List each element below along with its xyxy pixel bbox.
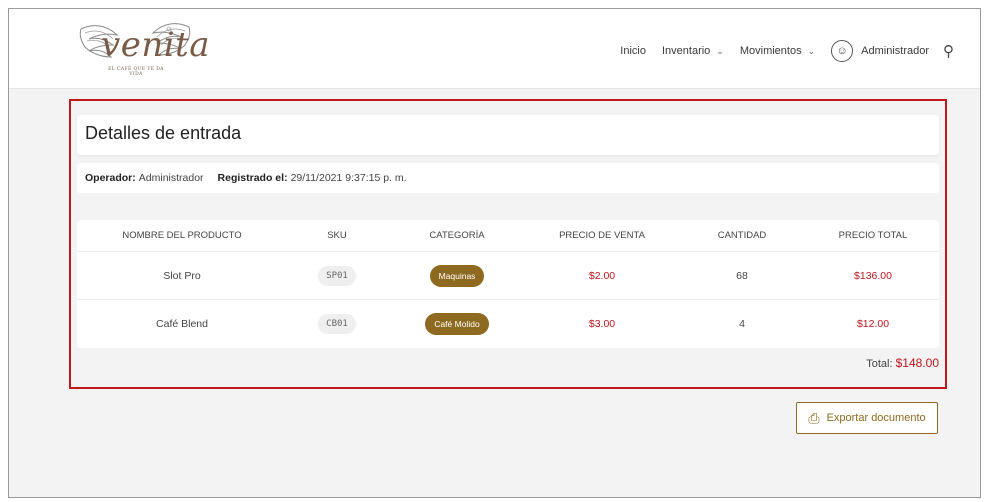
product-name: Café Blend (156, 318, 208, 330)
operator-value: Administrador (138, 172, 204, 184)
category-badge: Café Molido (425, 313, 489, 335)
total-price: $136.00 (854, 269, 892, 282)
quantity: 4 (739, 318, 745, 330)
total-label: Total: (866, 358, 893, 370)
sku-badge: SP01 (318, 265, 356, 286)
chevron-down-icon: ⌄ (807, 45, 816, 56)
column-header-sale-price: PRECIO DE VENTA (559, 230, 645, 241)
column-header-total-price: PRECIO TOTAL (838, 230, 908, 241)
title-card: Detalles de entrada (77, 115, 939, 155)
brand-wordmark: venita (101, 25, 211, 65)
app-window: venita EL CAFÉ QUE TE DA VIDA Inicio Inv… (8, 8, 981, 498)
total-value: $148.00 (895, 356, 939, 370)
registered-label: Registrado el: (217, 172, 288, 184)
category-badge: Maquinas (429, 264, 485, 287)
chevron-down-icon: ⌄ (716, 45, 724, 56)
total-price: $12.00 (856, 318, 890, 330)
quantity: 68 (736, 269, 748, 282)
user-name: Administrador (861, 45, 929, 57)
table-row: Café Blend CB01 Café Molido $3.00 4 $12.… (77, 300, 939, 348)
page-title: Detalles de entrada (85, 123, 242, 143)
column-header-sku: SKU (327, 230, 347, 241)
table-row: Slot Pro SP01 Maquinas $2.00 68 $136.00 (77, 252, 939, 300)
export-label: Exportar documento (826, 412, 926, 424)
column-header-category: CATEGORÍA (429, 230, 485, 241)
registered-value: 29/11/2021 9:37:15 p. m. (290, 172, 407, 184)
bell-icon[interactable]: ⚲ (943, 42, 954, 60)
nav-inventario[interactable]: Inventario ⌄ (662, 45, 724, 57)
meta-card: Operador: Administrador Registrado el: 2… (77, 163, 939, 193)
brand-tagline: EL CAFÉ QUE TE DA VIDA (108, 67, 164, 77)
products-table: NOMBRE DEL PRODUCTO SKU CATEGORÍA PRECIO… (77, 220, 939, 348)
nav-movimientos-label: Movimientos (739, 45, 802, 57)
brand-logo[interactable]: venita EL CAFÉ QUE TE DA VIDA (73, 17, 210, 79)
nav-inicio[interactable]: Inicio (620, 45, 646, 57)
sale-price: $2.00 (588, 269, 616, 282)
column-header-quantity: CANTIDAD (717, 230, 767, 241)
sku-badge: CB01 (318, 314, 356, 334)
nav-movimientos[interactable]: Movimientos ⌄ (740, 45, 815, 57)
top-navbar: venita EL CAFÉ QUE TE DA VIDA Inicio Inv… (9, 9, 980, 89)
printer-icon: ⎙ (808, 409, 820, 426)
user-circle-icon: ☺ (831, 40, 854, 62)
column-header-name: NOMBRE DEL PRODUCTO (122, 230, 242, 241)
entry-details-section: Detalles de entrada Operador: Administra… (69, 99, 947, 389)
product-name: Slot Pro (163, 269, 201, 282)
export-document-button[interactable]: ⎙ Exportar documento (796, 402, 938, 434)
nav-inicio-label: Inicio (620, 45, 646, 57)
table-header: NOMBRE DEL PRODUCTO SKU CATEGORÍA PRECIO… (77, 220, 939, 252)
main-nav: Inicio Inventario ⌄ Movimientos ⌄ ☺ Admi… (604, 39, 954, 63)
nav-inventario-label: Inventario (661, 45, 711, 57)
user-menu[interactable]: ☺ Administrador (831, 40, 929, 62)
sale-price: $3.00 (588, 318, 616, 330)
operator-label: Operador: (85, 172, 136, 184)
order-total: Total: $148.00 (866, 356, 939, 370)
